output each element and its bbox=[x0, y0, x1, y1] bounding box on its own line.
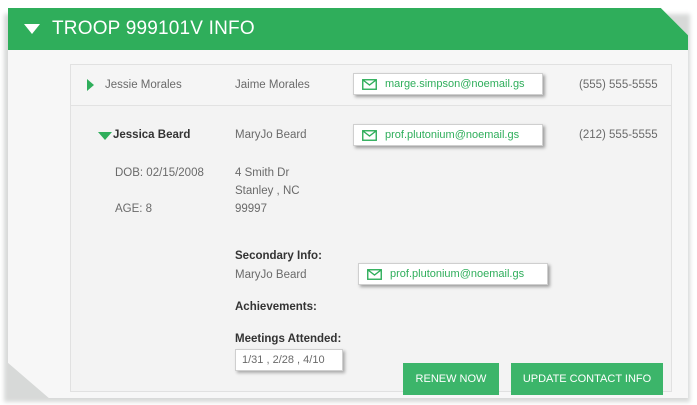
renew-now-button[interactable]: RENEW NOW bbox=[403, 363, 499, 395]
email-address: marge.simpson@noemail.gs bbox=[385, 78, 525, 90]
guardian-name: MaryJo Beard bbox=[235, 129, 307, 141]
address-zip: 99997 bbox=[235, 203, 267, 215]
achievements-label: Achievements: bbox=[235, 301, 317, 313]
envelope-icon bbox=[367, 268, 382, 280]
triangle-down-icon bbox=[24, 24, 40, 34]
panel-header[interactable]: TROOP 999101V INFO bbox=[8, 8, 688, 50]
meetings-label: Meetings Attended: bbox=[235, 333, 342, 345]
members-card: Jessie Morales Jaime Morales marge.simps… bbox=[70, 64, 672, 395]
envelope-icon bbox=[362, 78, 377, 90]
dob: DOB: 02/15/2008 bbox=[115, 167, 204, 179]
phone-number: (555) 555-5555 bbox=[579, 79, 658, 91]
email-address: prof.plutonium@noemail.gs bbox=[385, 129, 520, 141]
guardian-name: Jaime Morales bbox=[235, 79, 310, 91]
meetings-value: 1/31 , 2/28 , 4/10 bbox=[242, 354, 325, 366]
secondary-email-link[interactable]: prof.plutonium@noemail.gs bbox=[358, 263, 548, 285]
triangle-down-icon[interactable] bbox=[98, 132, 112, 140]
panel-title: TROOP 999101V INFO bbox=[52, 18, 255, 39]
member-name[interactable]: Jessie Morales bbox=[105, 79, 182, 91]
address-line-2: Stanley , NC bbox=[235, 185, 300, 197]
update-contact-info-button[interactable]: UPDATE CONTACT INFO bbox=[511, 363, 663, 395]
member-name[interactable]: Jessica Beard bbox=[113, 129, 190, 141]
email-link[interactable]: prof.plutonium@noemail.gs bbox=[353, 124, 543, 146]
age: AGE: 8 bbox=[115, 203, 153, 215]
troop-info-panel: TROOP 999101V INFO Jessie Morales Jaime … bbox=[8, 8, 688, 398]
triangle-right-icon[interactable] bbox=[87, 79, 94, 91]
email-link[interactable]: marge.simpson@noemail.gs bbox=[353, 73, 543, 95]
email-address: prof.plutonium@noemail.gs bbox=[390, 268, 525, 280]
envelope-icon bbox=[362, 129, 377, 141]
secondary-name: MaryJo Beard bbox=[235, 269, 307, 281]
address-line-1: 4 Smith Dr bbox=[235, 167, 290, 179]
member-row-collapsed[interactable]: Jessie Morales Jaime Morales marge.simps… bbox=[71, 65, 671, 106]
meetings-attended-field[interactable]: 1/31 , 2/28 , 4/10 bbox=[235, 349, 343, 371]
secondary-info-label: Secondary Info: bbox=[235, 250, 322, 262]
phone-number: (212) 555-5555 bbox=[579, 129, 658, 141]
